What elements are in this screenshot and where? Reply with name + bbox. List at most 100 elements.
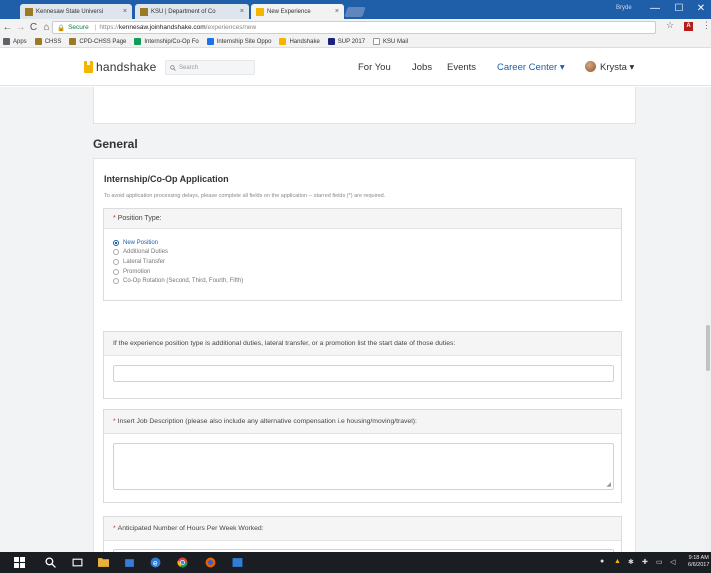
option-label: Additional Duties	[123, 249, 169, 256]
back-arrow-icon[interactable]: ←	[2, 22, 13, 33]
window-user-label[interactable]: Bryde	[616, 5, 632, 11]
nav-career-center[interactable]: Career Center ▾	[497, 62, 565, 73]
page-icon	[373, 38, 381, 45]
firefox-icon[interactable]	[205, 557, 216, 568]
start-date-question: If the experience position type is addit…	[103, 331, 622, 399]
bookmark-label: Apps	[13, 38, 27, 45]
position-type-question: * Position Type: New Position Additional…	[103, 208, 622, 301]
chrome-icon[interactable]	[177, 557, 188, 568]
bookmark-ksu-mail[interactable]: KSU Mail	[373, 38, 408, 45]
menu-dots-icon[interactable]: ⋮	[702, 20, 711, 31]
job-description-textarea[interactable]: ◢	[113, 443, 614, 490]
bookmark-cpd-chss[interactable]: CPD-CHSS Page	[69, 38, 126, 45]
radio-option-co-op-rotation[interactable]: Co-Op Rotation (Second, Third, Fourth, F…	[104, 276, 621, 286]
url-domain: kennesaw.joinhandshake.com	[118, 24, 206, 31]
flag-icon	[327, 38, 335, 45]
browser-tab-new-experience[interactable]: New Experience ×	[251, 4, 344, 19]
volume-icon[interactable]: ◁	[670, 558, 675, 566]
forward-arrow-icon[interactable]: →	[15, 22, 26, 33]
required-marker: *	[113, 418, 116, 425]
bookmark-handshake[interactable]: Handshake	[279, 38, 320, 45]
avatar[interactable]	[585, 61, 596, 72]
tab-title: New Experience	[267, 8, 311, 15]
clock[interactable]: 9:18 AM 6/6/2017	[688, 555, 709, 569]
new-tab-button[interactable]	[344, 7, 366, 17]
store-icon[interactable]	[124, 557, 135, 568]
url-input[interactable]: 🔒 Secure | https:// kennesaw.joinhandsha…	[52, 21, 656, 34]
radio-option-new-position[interactable]: New Position	[104, 238, 621, 248]
radio-option-promotion[interactable]: Promotion	[104, 267, 621, 277]
bookmark-internship-site[interactable]: Internship Site Oppo	[206, 38, 271, 45]
question-header: * Position Type:	[104, 209, 621, 229]
tab-close-icon[interactable]: ×	[236, 8, 244, 15]
handshake-favicon-icon	[256, 7, 264, 16]
page-content: General Internship/Co-Op Application To …	[0, 87, 705, 552]
nav-events[interactable]: Events	[447, 62, 476, 73]
option-label: Co-Op Rotation (Second, Third, Fourth, F…	[123, 278, 244, 285]
browser-tab-ksu[interactable]: Kennesaw State Universi ×	[20, 4, 132, 19]
tab-title: Kennesaw State Universi	[36, 8, 104, 15]
people-icon[interactable]: ●	[600, 558, 604, 565]
svg-text:e: e	[153, 558, 158, 567]
resize-handle-icon[interactable]: ◢	[606, 481, 611, 488]
sheets-icon	[134, 38, 142, 45]
question-label: Position Type:	[117, 215, 162, 222]
radio-option-additional-duties[interactable]: Additional Duties	[104, 248, 621, 258]
start-date-input[interactable]	[113, 365, 614, 382]
minimize-button[interactable]: —	[648, 3, 662, 14]
task-view-icon[interactable]	[72, 557, 83, 568]
edge-icon[interactable]: e	[150, 557, 161, 568]
user-menu[interactable]: Krysta ▾	[600, 62, 634, 73]
page-scrollbar[interactable]	[705, 87, 711, 552]
url-scheme: https://	[99, 24, 119, 31]
radio-icon[interactable]	[113, 278, 119, 285]
scrollbar-thumb[interactable]	[706, 325, 710, 371]
hours-per-week-question: * Anticipated Number of Hours Per Week W…	[103, 516, 622, 552]
radio-icon[interactable]	[113, 268, 119, 275]
secure-label: Secure	[68, 24, 89, 31]
home-icon[interactable]: ⌂	[41, 22, 52, 33]
close-window-button[interactable]: ✕	[694, 3, 708, 14]
question-header: If the experience position type is addit…	[104, 332, 621, 356]
windows-start-icon[interactable]	[14, 557, 25, 568]
application-card: Internship/Co-Op Application To avoid ap…	[93, 158, 636, 552]
required-marker: *	[113, 215, 116, 222]
nav-jobs[interactable]: Jobs	[412, 62, 432, 73]
drive-icon	[206, 38, 214, 45]
option-label: Lateral Transfer	[123, 258, 166, 265]
search-icon[interactable]	[45, 557, 56, 568]
network-icon[interactable]: ✱	[628, 558, 634, 566]
radio-icon[interactable]	[113, 258, 119, 265]
logo-text: handshake	[96, 60, 157, 74]
radio-option-lateral-transfer[interactable]: Lateral Transfer	[104, 257, 621, 267]
file-explorer-icon[interactable]	[98, 557, 109, 568]
bookmark-star-icon[interactable]: ☆	[666, 20, 674, 31]
radio-icon[interactable]	[113, 249, 119, 256]
address-bar-row: ← → C ⌂ 🔒 Secure | https:// kennesaw.joi…	[0, 19, 711, 36]
bookmark-sup-2017[interactable]: SUP 2017	[327, 38, 365, 45]
extension-icon[interactable]: A	[684, 22, 693, 31]
bookmark-label: CHSS	[44, 38, 62, 45]
photos-icon[interactable]	[232, 557, 243, 568]
maximize-button[interactable]: ☐	[672, 3, 686, 14]
notification-icon[interactable]: ▲	[614, 558, 621, 565]
settings-icon[interactable]: ✚	[642, 558, 648, 566]
question-label: Insert Job Description (please also incl…	[117, 418, 417, 425]
search-input[interactable]: Search	[165, 60, 255, 75]
handshake-icon	[279, 38, 287, 45]
nav-for-you[interactable]: For You	[358, 62, 391, 73]
bookmark-internship-form[interactable]: Internship/Co-Op Fo	[134, 38, 199, 45]
ksu-favicon-icon	[25, 7, 33, 16]
bookmarks-bar: Apps CHSS CPD-CHSS Page Internship/Co-Op…	[0, 36, 711, 48]
radio-checked-icon[interactable]	[113, 239, 119, 246]
bookmark-apps[interactable]: Apps	[3, 38, 27, 45]
browser-tab-ksu-department[interactable]: KSU | Department of Co ×	[135, 4, 249, 19]
bookmark-label: Handshake	[289, 38, 320, 45]
tab-close-icon[interactable]: ×	[119, 8, 127, 15]
display-icon[interactable]: ▭	[656, 558, 663, 566]
bookmark-chss[interactable]: CHSS	[34, 38, 62, 45]
reload-icon[interactable]: C	[28, 22, 39, 33]
handshake-logo[interactable]: handshake	[84, 60, 157, 74]
tab-close-icon[interactable]: ×	[331, 8, 339, 15]
ksu-favicon-icon	[140, 7, 148, 16]
